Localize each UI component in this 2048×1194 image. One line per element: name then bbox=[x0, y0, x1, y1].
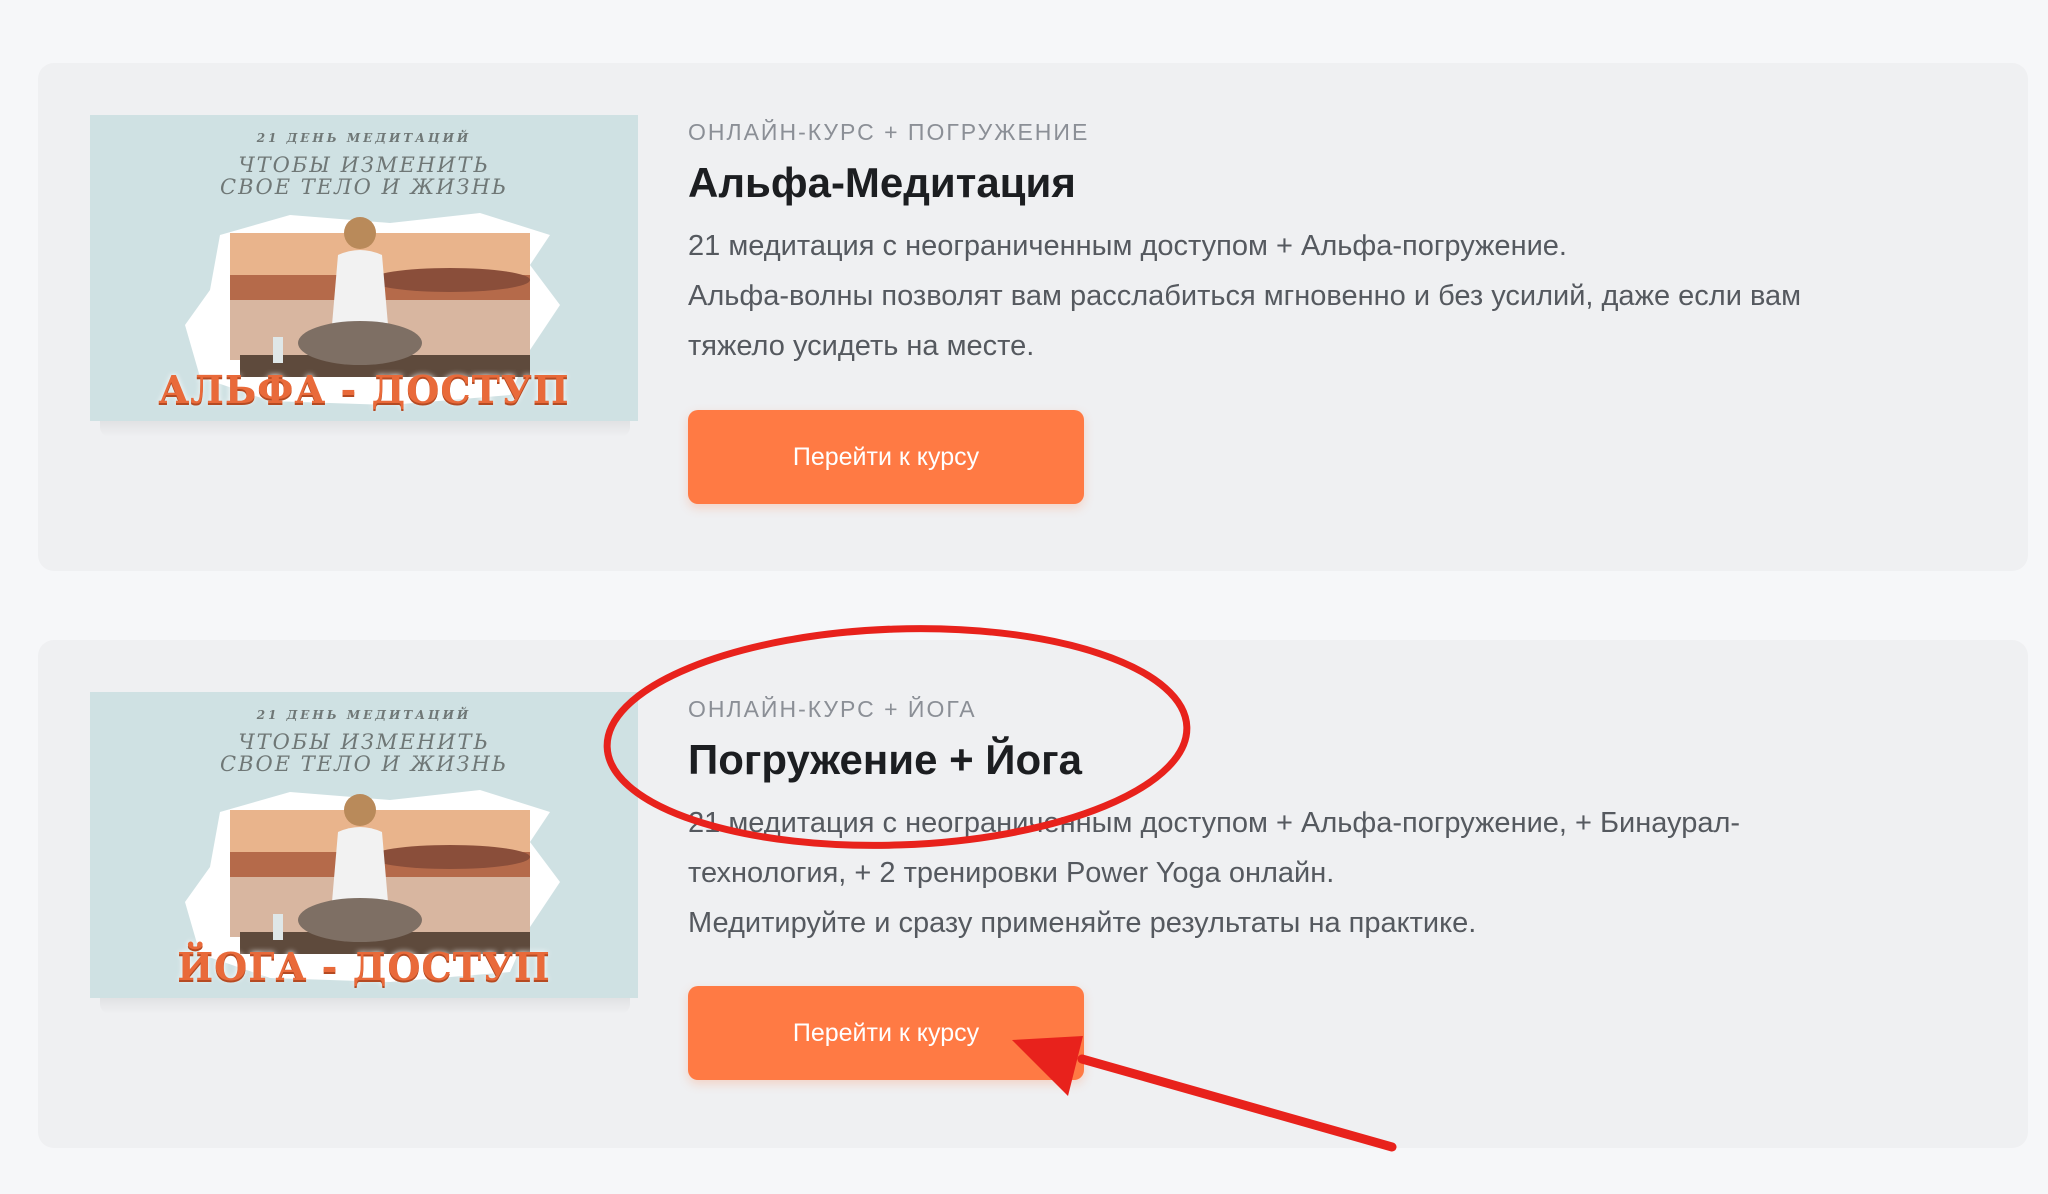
course-image: 21 ДЕНЬ МЕДИТАЦИЙ ЧТОБЫ ИЗМЕНИТЬ СВОЕ ТЕ… bbox=[90, 115, 638, 421]
thumbnail-shadow bbox=[100, 421, 630, 437]
go-to-course-button[interactable]: Перейти к курсу bbox=[688, 986, 1084, 1080]
description-line: 21 медитация с неограниченным доступом +… bbox=[688, 230, 1567, 262]
thumbnail-shadow bbox=[100, 998, 630, 1014]
course-category: ОНЛАЙН-КУРС + ЙОГА bbox=[688, 696, 977, 722]
description-line: Медитируйте и сразу применяйте результат… bbox=[688, 907, 1477, 939]
course-card-yoga: 21 ДЕНЬ МЕДИТАЦИЙ ЧТОБЫ ИЗМЕНИТЬ СВОЕ ТЕ… bbox=[38, 640, 2028, 1148]
description-line: тяжело усидеть на месте. bbox=[688, 330, 1035, 362]
course-image: 21 ДЕНЬ МЕДИТАЦИЙ ЧТОБЫ ИЗМЕНИТЬ СВОЕ ТЕ… bbox=[90, 692, 638, 998]
course-category: ОНЛАЙН-КУРС + ПОГРУЖЕНИЕ bbox=[688, 119, 1090, 145]
course-thumbnail[interactable]: 21 ДЕНЬ МЕДИТАЦИЙ ЧТОБЫ ИЗМЕНИТЬ СВОЕ ТЕ… bbox=[90, 692, 638, 1038]
course-info: ОНЛАЙН-КУРС + ЙОГА Погружение + Йога 21 … bbox=[688, 694, 1988, 948]
course-title[interactable]: Погружение + Йога bbox=[688, 732, 1988, 788]
thumbnail-caption: 21 ДЕНЬ МЕДИТАЦИЙ bbox=[256, 131, 472, 145]
thumbnail-headline: ЧТОБЫ ИЗМЕНИТЬ bbox=[238, 153, 490, 177]
course-card-alpha: 21 ДЕНЬ МЕДИТАЦИЙ ЧТОБЫ ИЗМЕНИТЬ СВОЕ ТЕ… bbox=[38, 63, 2028, 571]
thumbnail-badge: ЙОГА - ДОСТУП bbox=[177, 944, 551, 989]
description-line: технология, + 2 тренировки Power Yoga он… bbox=[688, 857, 1335, 889]
thumbnail-caption: 21 ДЕНЬ МЕДИТАЦИЙ bbox=[256, 708, 472, 722]
course-description: 21 медитация с неограниченным доступом +… bbox=[688, 798, 1988, 948]
description-line: 21 медитация с неограниченным доступом +… bbox=[688, 807, 1741, 839]
course-thumbnail[interactable]: 21 ДЕНЬ МЕДИТАЦИЙ ЧТОБЫ ИЗМЕНИТЬ СВОЕ ТЕ… bbox=[90, 115, 638, 461]
thumbnail-headline: СВОЕ ТЕЛО И ЖИЗНЬ bbox=[220, 752, 508, 776]
course-info: ОНЛАЙН-КУРС + ПОГРУЖЕНИЕ Альфа-Медитация… bbox=[688, 117, 1988, 371]
course-title[interactable]: Альфа-Медитация bbox=[688, 155, 1988, 211]
thumbnail-badge: АЛЬФА - ДОСТУП bbox=[158, 367, 570, 412]
go-to-course-button[interactable]: Перейти к курсу bbox=[688, 410, 1084, 504]
description-line: Альфа-волны позволят вам расслабиться мг… bbox=[688, 280, 1802, 312]
course-description: 21 медитация с неограниченным доступом +… bbox=[688, 221, 1988, 371]
thumbnail-headline: ЧТОБЫ ИЗМЕНИТЬ bbox=[238, 730, 490, 754]
thumbnail-headline: СВОЕ ТЕЛО И ЖИЗНЬ bbox=[220, 175, 508, 199]
